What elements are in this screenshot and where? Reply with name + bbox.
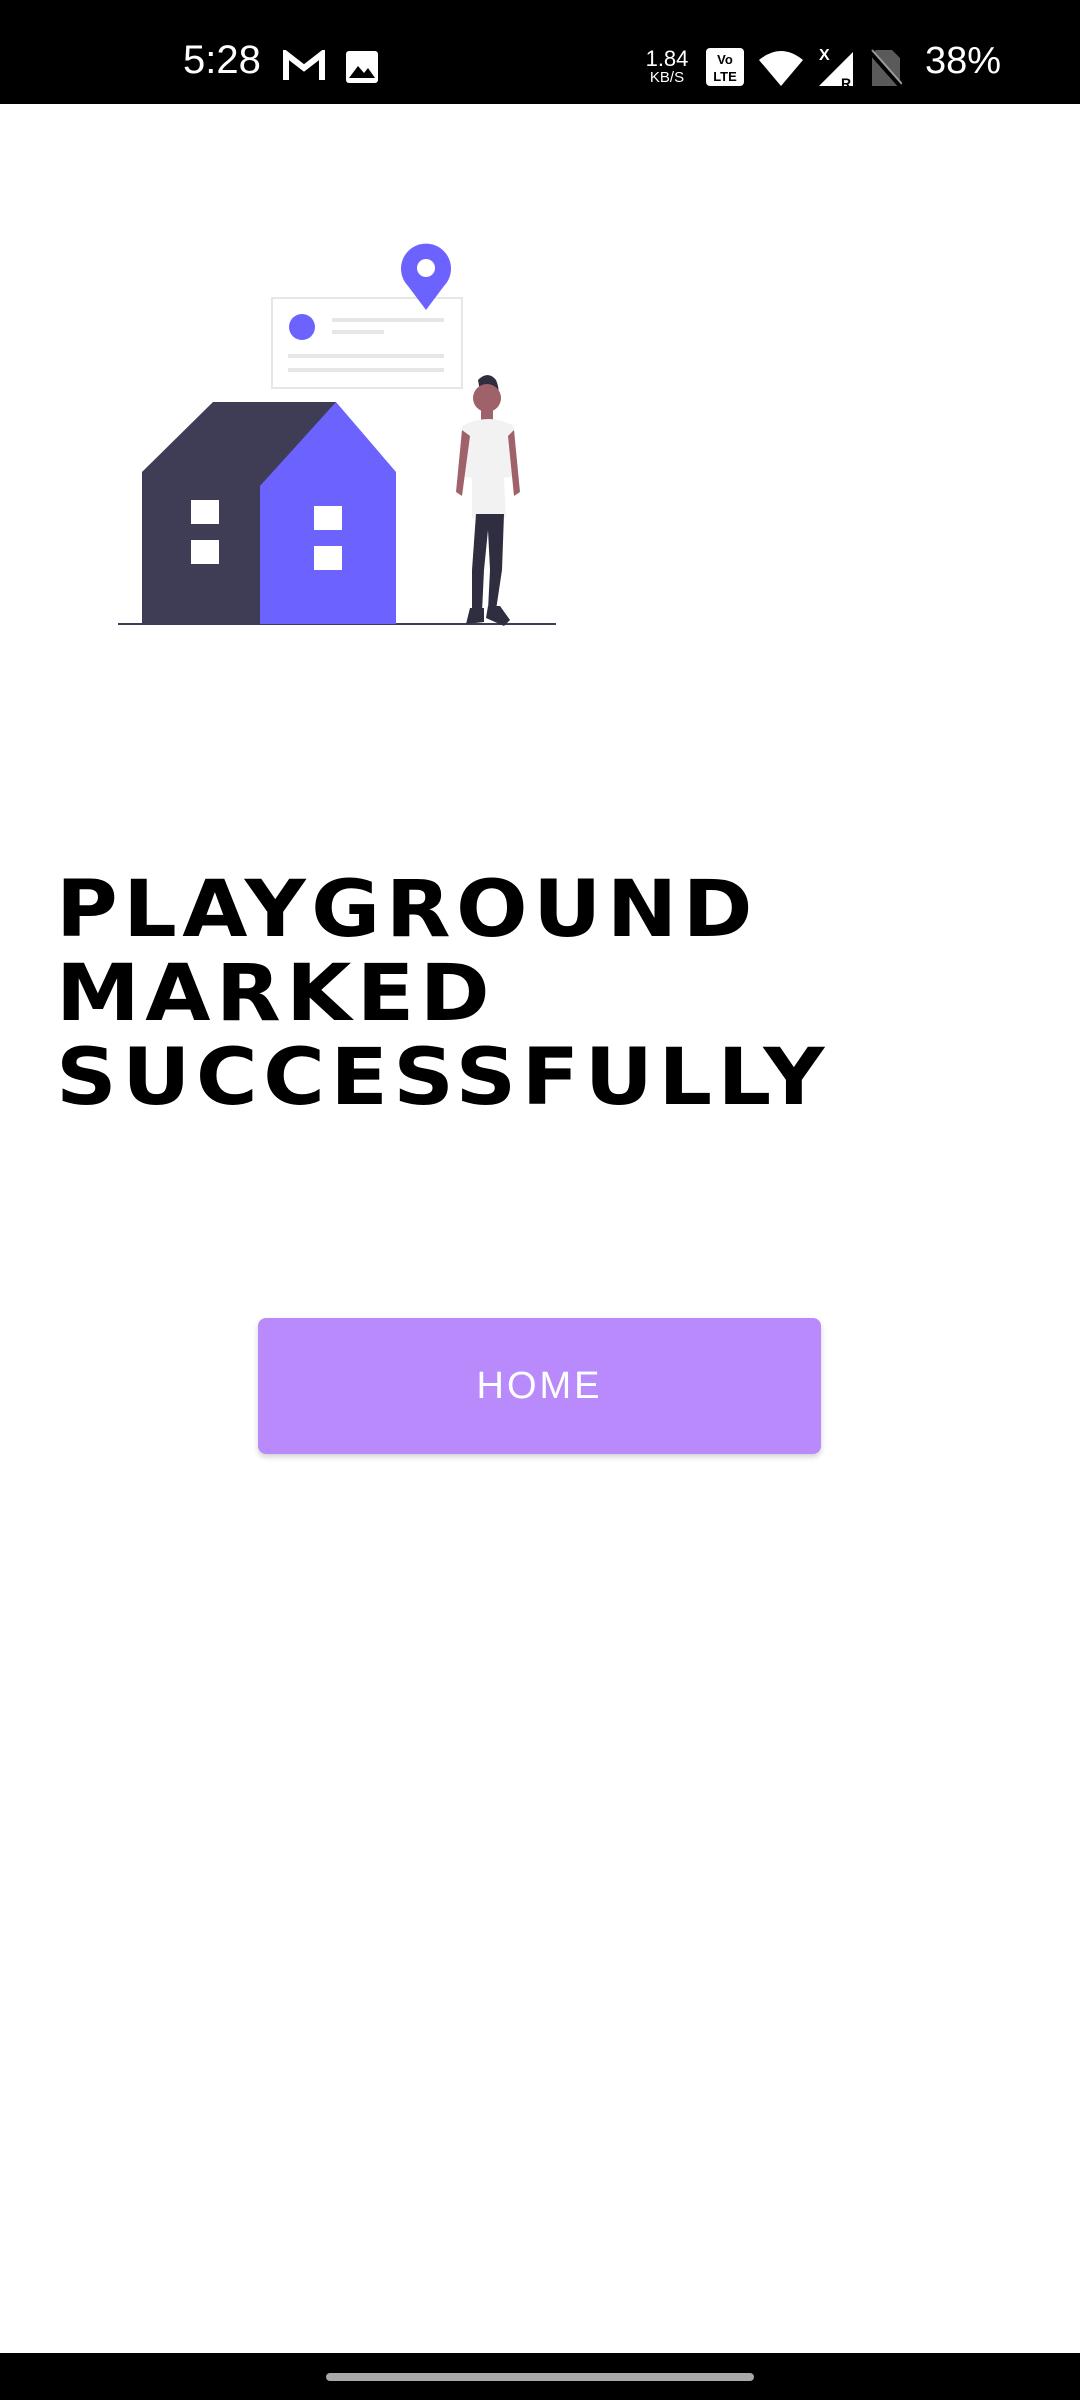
- network-speed: 1.84 KB/S: [644, 46, 690, 86]
- network-speed-value: 1.84: [645, 46, 689, 71]
- navigation-bar: [0, 2353, 1080, 2400]
- location-card: [271, 297, 463, 389]
- no-sim-icon: [868, 49, 902, 88]
- headline-line-1: PLAYGROUND: [56, 865, 759, 955]
- svg-text:X: X: [819, 47, 830, 64]
- wifi-icon: [759, 51, 803, 86]
- svg-text:LTE: LTE: [713, 69, 737, 84]
- home-button[interactable]: HOME: [258, 1318, 821, 1454]
- headline-line-3: SUCCESSFULLY: [56, 1033, 830, 1123]
- person-figure: [456, 375, 520, 626]
- battery-percentage: 38%: [925, 40, 1002, 82]
- card-dot-icon: [289, 314, 315, 340]
- signal-icon: X R: [819, 47, 853, 90]
- network-speed-unit: KB/S: [649, 69, 685, 86]
- house-icon: [142, 402, 396, 624]
- signal-roaming-label: R: [841, 75, 851, 90]
- status-bar: 5:28 1.84 KB/S Vo LTE X R 38%: [0, 0, 1080, 104]
- gesture-handle[interactable]: [326, 2373, 754, 2381]
- gallery-icon: [346, 51, 378, 83]
- success-headline: PLAYGROUND MARKED SUCCESSFULLY: [56, 868, 1080, 1120]
- house-location-illustration: [118, 243, 556, 626]
- status-time: 5:28: [183, 38, 261, 82]
- svg-text:Vo: Vo: [717, 52, 733, 67]
- headline-line-2: MARKED: [56, 949, 496, 1039]
- gmail-icon: [283, 50, 325, 80]
- volte-icon: Vo LTE: [706, 48, 744, 86]
